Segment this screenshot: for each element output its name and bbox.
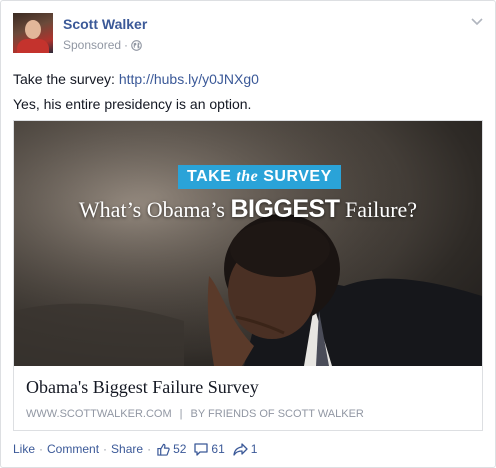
- image-headline: What’s Obama’s BIGGEST Failure?: [78, 195, 418, 223]
- globe-icon[interactable]: [131, 39, 142, 51]
- thumbs-up-icon: [157, 443, 170, 456]
- share-arrow-icon: [233, 442, 248, 456]
- link-preview-image[interactable]: TAKE the SURVEY What’s Obama’s BIGGEST F…: [14, 121, 482, 366]
- avatar[interactable]: [13, 13, 53, 53]
- link-preview[interactable]: TAKE the SURVEY What’s Obama’s BIGGEST F…: [13, 120, 483, 431]
- comment-icon: [194, 442, 209, 456]
- post-text-line2: Yes, his entire presidency is an option.: [13, 96, 252, 112]
- like-button[interactable]: Like: [13, 442, 35, 456]
- action-separator: ·: [103, 442, 108, 456]
- sponsored-post-card: Scott Walker Sponsored · Take the survey…: [0, 0, 496, 468]
- action-bar: Like · Comment · Share · 52 61 1: [13, 442, 263, 456]
- share-button[interactable]: Share: [111, 442, 143, 456]
- comments-count-value: 61: [211, 442, 225, 456]
- link-preview-title[interactable]: Obama's Biggest Failure Survey: [26, 376, 470, 398]
- shares-count-value: 1: [250, 442, 258, 456]
- photo-scene: [14, 121, 482, 366]
- link-preview-info: Obama's Biggest Failure Survey WWW.SCOTT…: [14, 366, 482, 420]
- likes-count[interactable]: 52: [157, 442, 186, 456]
- chevron-down-icon[interactable]: [469, 15, 485, 29]
- post-text-prefix: Take the survey:: [13, 71, 119, 87]
- meta-separator: ·: [124, 38, 129, 52]
- post-meta: Sponsored ·: [63, 38, 142, 52]
- link-preview-caption: WWW.SCOTTWALKER.COM | BY FRIENDS OF SCOT…: [26, 408, 470, 420]
- likes-count-value: 52: [173, 442, 187, 456]
- post-message: Take the survey: http://hubs.ly/y0JNXg0 …: [13, 67, 483, 117]
- link-byline: BY FRIENDS OF SCOTT WALKER: [190, 408, 364, 420]
- action-separator: ·: [147, 442, 152, 456]
- author-name-link[interactable]: Scott Walker: [63, 16, 147, 32]
- link-domain: WWW.SCOTTWALKER.COM: [26, 408, 172, 420]
- action-separator: ·: [39, 442, 44, 456]
- caption-separator: |: [179, 408, 183, 420]
- comment-button[interactable]: Comment: [47, 442, 99, 456]
- survey-url-link[interactable]: http://hubs.ly/y0JNXg0: [119, 71, 259, 87]
- take-the-survey-badge: TAKE the SURVEY: [178, 165, 341, 189]
- shares-count[interactable]: 1: [233, 442, 258, 456]
- sponsored-label[interactable]: Sponsored: [63, 38, 121, 52]
- comments-count[interactable]: 61: [194, 442, 225, 456]
